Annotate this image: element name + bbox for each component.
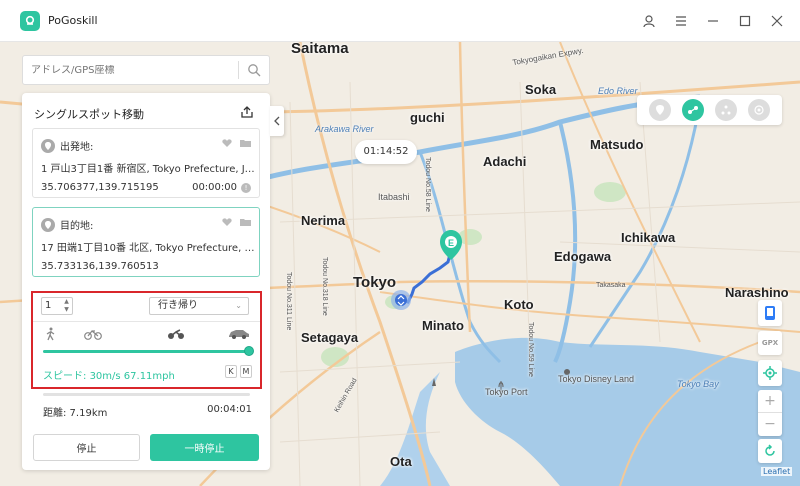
start-label: 出発地: — [60, 142, 94, 153]
address-search — [22, 55, 270, 85]
map-label-ota: Ota — [390, 454, 412, 469]
map-label-saitama: Saitama — [291, 42, 349, 57]
map-label-adachi: Adachi — [483, 154, 527, 169]
zoom-in-button[interactable]: + — [758, 390, 782, 413]
multi-spot-mode-icon[interactable] — [715, 99, 738, 121]
map-label-guchi: guchi — [410, 110, 445, 125]
map-label-matsudo: Matsudo — [590, 137, 644, 152]
map-label-route311: Todou No.311 Line — [285, 272, 292, 331]
info-icon[interactable]: ! — [241, 183, 251, 193]
joystick-mode-icon[interactable] — [748, 99, 771, 121]
map-label-narashino: Narashino — [725, 285, 789, 300]
route-mode-value: 行き帰り — [158, 300, 198, 311]
phone-icon — [765, 306, 775, 320]
reset-button[interactable] — [758, 439, 782, 463]
map-label-tokyo-bay: Tokyo Bay — [677, 379, 719, 389]
unit-km-button[interactable]: K — [225, 365, 237, 378]
menu-icon[interactable] — [672, 12, 690, 30]
start-address: 1 戸山3丁目1番 新宿区, Tokyo Prefecture, Ja... — [41, 164, 255, 175]
map-label-arakawa-river: Arakawa River — [315, 124, 374, 134]
speed-label: スピード: — [43, 371, 87, 382]
stop-button[interactable]: 停止 — [33, 434, 140, 461]
map-label-route318: Todou No.318 Line — [321, 257, 328, 316]
map-label-edo-river: Edo River — [598, 86, 638, 96]
close-icon[interactable] — [768, 12, 786, 30]
stepper-arrows-icon[interactable]: ▲ ▼ — [62, 298, 71, 314]
speed-value: 30m/s 67.11mph — [89, 371, 175, 382]
favorite-icon[interactable] — [222, 138, 232, 148]
title-bar: PoGoskill — [0, 0, 800, 42]
distance-readout: 距離: 7.19km — [43, 408, 108, 419]
map-label-nerima: Nerima — [301, 213, 346, 228]
search-input[interactable] — [23, 64, 238, 76]
single-spot-mode-icon[interactable] — [681, 99, 704, 121]
divider — [33, 321, 260, 322]
route-progress-bar — [43, 393, 250, 396]
motorcycle-icon[interactable] — [166, 326, 186, 342]
locate-button[interactable] — [758, 360, 782, 386]
zoom-control: + − — [758, 390, 782, 436]
svg-text:E: E — [448, 238, 454, 248]
map-label-setagaya: Setagaya — [301, 330, 359, 345]
start-coords: 35.706377,139.715195 — [41, 182, 159, 193]
export-icon[interactable] — [240, 105, 256, 121]
panel-title: シングルスポット移動 — [34, 108, 144, 121]
elapsed-timer: 01:14:52 — [355, 140, 417, 164]
speed-settings: 1 ▲ ▼ 行き帰り ⌄ スピード: 30m/s 67.11mph K M — [31, 291, 262, 389]
destination-pin-icon — [41, 217, 55, 232]
map-label-takasaka: Takasaka — [596, 282, 626, 289]
repeat-count-value: 1 — [45, 300, 52, 311]
speed-slider-track[interactable] — [43, 350, 249, 353]
speed-slider-thumb[interactable] — [244, 346, 254, 356]
destination-label: 目的地: — [60, 221, 94, 232]
map-label-tokyo-port: Tokyo Port — [485, 387, 528, 397]
refresh-icon — [765, 444, 775, 456]
map-label-soka: Soka — [525, 82, 557, 97]
remaining-time: 00:04:01 — [207, 404, 252, 415]
bicycle-icon[interactable] — [83, 326, 103, 342]
device-button[interactable] — [758, 300, 782, 326]
folder-icon[interactable] — [240, 217, 251, 227]
minimize-icon[interactable] — [704, 12, 722, 30]
map-label-route58: Todou No.58 Line — [424, 157, 431, 212]
destination-address: 17 田端1丁目10番 北区, Tokyo Prefecture, Ja... — [41, 243, 255, 254]
car-icon[interactable] — [227, 326, 251, 342]
start-pin-icon — [41, 138, 55, 153]
crosshair-icon — [763, 366, 777, 380]
search-icon[interactable] — [239, 56, 269, 84]
map-label-edogawa: Edogawa — [554, 249, 612, 264]
start-location-card[interactable]: 出発地: 1 戸山3丁目1番 新宿区, Tokyo Prefecture, Ja… — [32, 128, 260, 198]
map-label-route59: Todou No.59 Line — [527, 322, 534, 377]
favorite-icon[interactable] — [222, 217, 232, 227]
pause-button[interactable]: 一時停止 — [150, 434, 259, 461]
map-label-tokyo-disney-land: Tokyo Disney Land — [558, 374, 635, 384]
user-icon[interactable] — [640, 12, 658, 30]
route-mode-select[interactable]: 行き帰り ⌄ — [149, 297, 249, 315]
map-label-minato: Minato — [422, 318, 464, 333]
maximize-icon[interactable] — [736, 12, 754, 30]
app-logo-icon — [20, 10, 40, 31]
teleport-mode-icon[interactable] — [648, 99, 671, 121]
unit-mile-button[interactable]: M — [240, 365, 252, 378]
chevron-down-icon: ⌄ — [235, 301, 242, 310]
map-label-itabashi: Itabashi — [378, 192, 410, 202]
destination-coords: 35.733136,139.760513 — [41, 261, 159, 272]
repeat-count-stepper[interactable]: 1 ▲ ▼ — [41, 297, 73, 315]
app-title: PoGoskill — [48, 14, 98, 27]
destination-location-card[interactable]: 目的地: 17 田端1丁目10番 北区, Tokyo Prefecture, J… — [32, 207, 260, 277]
chevron-left-icon — [274, 116, 280, 126]
speed-readout: スピード: 30m/s 67.11mph — [43, 367, 175, 382]
start-time: 00:00:00 — [192, 182, 237, 193]
walk-icon[interactable] — [43, 326, 59, 342]
map-label-tokyo: Tokyo — [353, 274, 397, 291]
zoom-out-button[interactable]: − — [758, 413, 782, 436]
gpx-button[interactable]: GPX — [758, 331, 782, 355]
collapse-panel-button[interactable] — [270, 106, 284, 136]
map-label-ichikawa: Ichikawa — [621, 230, 676, 245]
folder-icon[interactable] — [240, 138, 251, 148]
mode-selector-bar — [637, 95, 782, 125]
map-attribution[interactable]: Leaflet — [761, 467, 793, 476]
map-label-koto: Koto — [504, 297, 534, 312]
